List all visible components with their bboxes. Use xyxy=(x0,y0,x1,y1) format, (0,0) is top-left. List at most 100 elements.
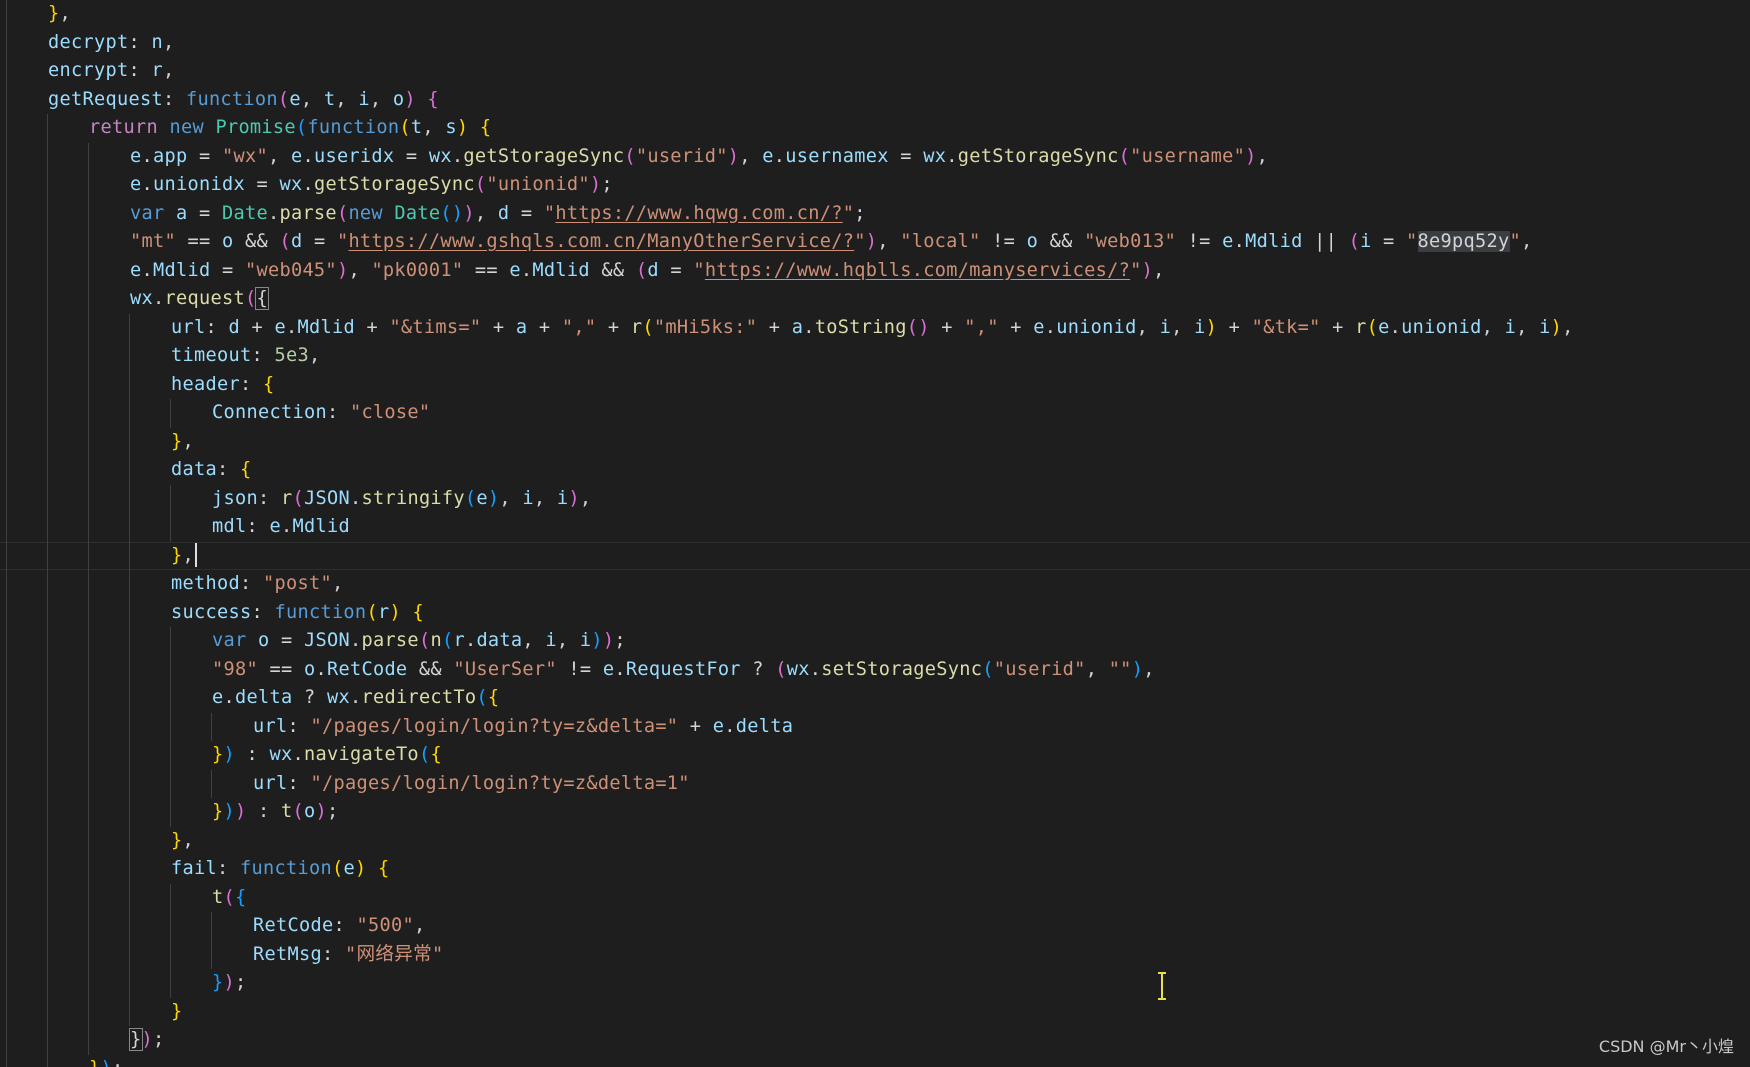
code-token: "userid" xyxy=(993,658,1086,680)
code-line[interactable]: "mt" == o && (d = "https://www.gshqls.co… xyxy=(0,228,1750,257)
indent-guide xyxy=(129,484,130,513)
code-token: success xyxy=(171,601,252,623)
indent-guide xyxy=(6,912,7,941)
code-line[interactable]: Connection: "close" xyxy=(0,399,1750,428)
code-line[interactable]: "98" == o.RetCode && "UserSer" != e.Requ… xyxy=(0,655,1750,684)
code-line[interactable]: t({ xyxy=(0,883,1750,912)
code-token: + xyxy=(678,715,713,737)
indent-guide xyxy=(6,427,7,456)
code-editor[interactable]: }, decrypt: n, encrypt: r, getRequest: func… xyxy=(0,0,1750,1067)
code-line[interactable]: }) : wx.navigateTo({ xyxy=(0,741,1750,770)
code-token: e xyxy=(762,145,774,167)
code-token: : xyxy=(246,516,270,537)
code-token: { xyxy=(427,88,439,110)
code-token: Mdlid xyxy=(1245,231,1303,252)
code-line[interactable]: e.app = "wx", e.useridx = wx.getStorageS… xyxy=(0,142,1750,171)
code-line[interactable]: data: { xyxy=(0,456,1750,485)
code-line[interactable]: e.delta ? wx.redirectTo({ xyxy=(0,684,1750,713)
code-line[interactable]: json: r(JSON.stringify(e), i, i), xyxy=(0,484,1750,513)
code-token: stringify xyxy=(361,487,465,509)
indent-guide xyxy=(47,199,48,228)
code-token: "wx" xyxy=(221,145,268,167)
code-line[interactable]: }, xyxy=(0,826,1750,855)
code-token: () xyxy=(440,202,464,224)
code-token: "mt" xyxy=(130,231,176,252)
code-token: e xyxy=(712,715,725,737)
indent-guide xyxy=(88,199,89,228)
indent-guide xyxy=(129,997,130,1026)
indent-guide xyxy=(129,370,130,399)
code-line[interactable]: getRequest: function(e, t, i, o) { xyxy=(0,85,1750,115)
code-line[interactable]: wx.request({ xyxy=(0,285,1750,314)
indent-guide xyxy=(47,1054,48,1067)
code-token: + xyxy=(998,316,1034,338)
indent-guide xyxy=(6,541,7,570)
code-line[interactable]: }); xyxy=(0,1054,1750,1067)
code-line[interactable]: }, xyxy=(0,541,1750,570)
code-line[interactable]: header: { xyxy=(0,370,1750,399)
code-token: wx xyxy=(786,658,810,680)
code-token: = xyxy=(658,259,694,281)
code-token: ( xyxy=(331,858,344,879)
indent-guide xyxy=(6,199,7,228)
code-token: Date xyxy=(221,202,268,224)
code-line[interactable]: var o = JSON.parse(n(r.data, i, i)); xyxy=(0,627,1750,656)
code-token: , xyxy=(182,829,194,851)
code-token: ; xyxy=(235,972,247,993)
code-line[interactable]: mdl: e.Mdlid xyxy=(0,513,1750,542)
code-token: JSON xyxy=(303,487,350,509)
code-token: , xyxy=(1256,145,1269,167)
code-text: getRequest: function(e, t, i, o) { xyxy=(48,86,439,115)
indent-guide xyxy=(211,712,212,741)
code-line[interactable]: url: "/pages/login/login?ty=z&delta=" + … xyxy=(0,712,1750,741)
indent-guide xyxy=(88,228,89,257)
code-line[interactable]: decrypt: n, xyxy=(0,28,1750,57)
code-token: "web045" xyxy=(244,259,337,281)
code-token: + xyxy=(757,316,792,338)
code-line[interactable]: method: "post", xyxy=(0,570,1750,599)
code-token: i xyxy=(1360,231,1372,252)
code-line[interactable]: })) : t(o); xyxy=(0,798,1750,827)
indent-guide xyxy=(88,171,89,200)
code-text: } xyxy=(171,998,183,1027)
code-token: . xyxy=(451,145,464,167)
code-token: i xyxy=(1539,316,1551,338)
code-token: new xyxy=(169,117,204,138)
code-line[interactable]: } xyxy=(0,997,1750,1027)
code-token: ( xyxy=(642,316,654,338)
indent-guide xyxy=(47,399,48,428)
code-line[interactable]: return new Promise(function(t, s) { xyxy=(0,114,1750,143)
code-line[interactable]: e.Mdlid = "web045"), "pk0001" == e.Mdlid… xyxy=(0,256,1750,285)
code-line[interactable]: }, xyxy=(0,0,1750,29)
code-line[interactable]: }, xyxy=(0,427,1750,456)
code-token: } xyxy=(171,430,183,452)
code-token: getRequest xyxy=(48,88,163,110)
code-line[interactable]: url: "/pages/login/login?ty=z&delta=1" xyxy=(0,769,1750,798)
code-line[interactable]: e.unionidx = wx.getStorageSync("unionid"… xyxy=(0,171,1750,200)
code-token: } xyxy=(212,972,224,993)
code-line[interactable]: RetMsg: "网络异常" xyxy=(0,940,1750,969)
code-line[interactable]: }); xyxy=(0,1026,1750,1055)
code-line[interactable]: url: d + e.Mdlid + "&tims=" + a + "," + … xyxy=(0,313,1750,342)
indent-guide xyxy=(6,883,7,912)
code-line[interactable]: encrypt: r, xyxy=(0,57,1750,86)
indent-guide xyxy=(170,684,171,713)
indent-guide xyxy=(6,285,7,314)
code-line[interactable]: success: function(r) { xyxy=(0,598,1750,627)
code-token: , xyxy=(1516,316,1540,338)
code-line[interactable]: RetCode: "500", xyxy=(0,912,1750,941)
code-line[interactable]: }); xyxy=(0,969,1750,998)
code-token: ( xyxy=(399,117,411,138)
code-text: Connection: "close" xyxy=(212,399,430,428)
code-token: "close" xyxy=(349,402,431,423)
code-line[interactable]: var a = Date.parse(new Date()), d = "htt… xyxy=(0,199,1750,228)
code-token: ( xyxy=(982,658,994,680)
code-token: = xyxy=(210,259,245,281)
code-text: wx.request({ xyxy=(130,285,269,314)
code-line[interactable]: fail: function(e) { xyxy=(0,855,1750,884)
code-line[interactable]: timeout: 5e3, xyxy=(0,342,1750,371)
code-token: "local" xyxy=(900,231,981,252)
code-token: ) xyxy=(223,801,235,822)
code-token: 8e9pq52y xyxy=(1417,231,1510,252)
